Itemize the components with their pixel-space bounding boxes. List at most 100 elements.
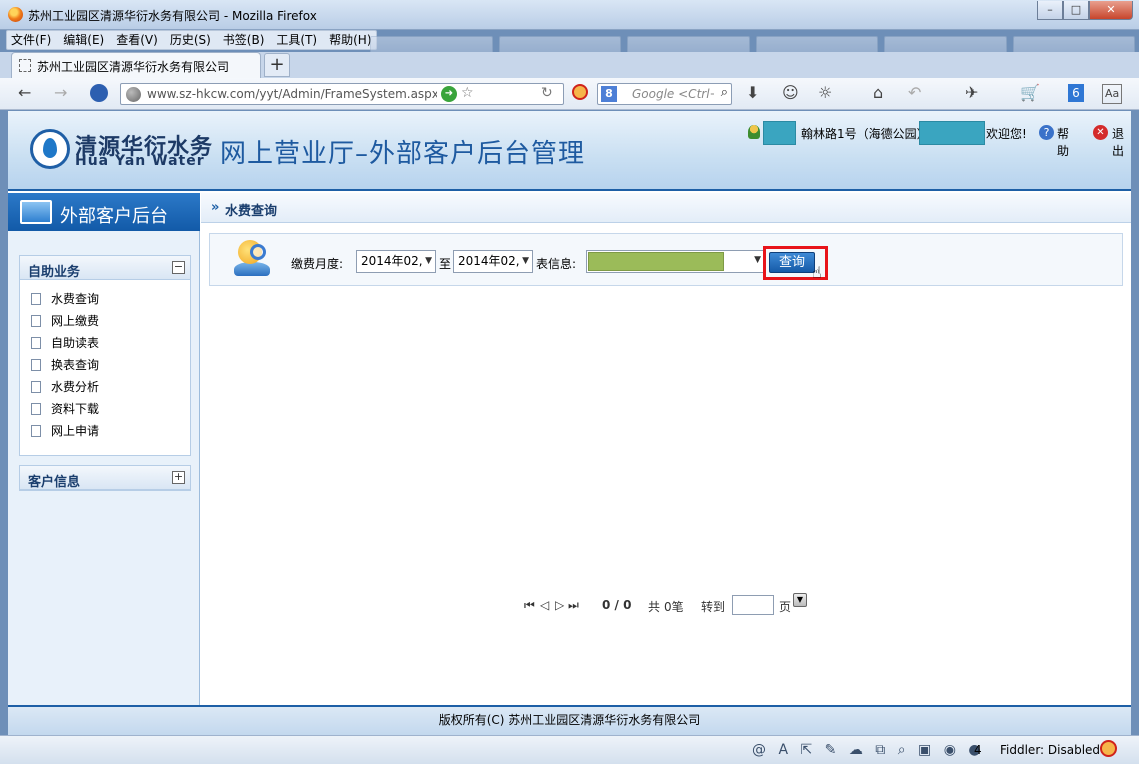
go-icon[interactable]: ➜ xyxy=(441,86,457,102)
document-icon xyxy=(31,315,41,327)
from-month-select[interactable]: 2014年02, ▼ xyxy=(356,250,436,273)
close-button[interactable]: ✕ xyxy=(1089,1,1133,20)
menu-view[interactable]: 查看(V) xyxy=(116,33,158,47)
site-header: 清源华衍水务 Hua Yan Water 网上营业厅–外部客户后台管理 翰林路1… xyxy=(8,111,1131,191)
panel-header[interactable]: 自助业务 − xyxy=(20,256,190,280)
search-input[interactable]: Google <Ctrl+K> xyxy=(632,87,714,101)
tab-active[interactable]: 苏州工业园区清源华衍水务有限公司 xyxy=(11,52,261,78)
reload-icon[interactable]: ↻ xyxy=(541,85,553,101)
addon-sun-icon[interactable]: ☼ xyxy=(818,84,832,102)
bookmark-star-icon[interactable]: ☆ xyxy=(461,85,474,101)
download-icon[interactable]: ⬇ xyxy=(746,84,759,102)
goto-page-input[interactable] xyxy=(732,595,774,615)
adblock-icon[interactable] xyxy=(572,84,588,100)
logo-english: Hua Yan Water xyxy=(75,153,205,169)
sidebar-item-water-fee-query[interactable]: 水费查询 xyxy=(20,288,190,310)
user-icon xyxy=(748,125,760,139)
search-icon[interactable]: ⌕ xyxy=(721,85,728,100)
home-icon[interactable]: ⌂ xyxy=(873,84,883,102)
sidebar-item-fee-analysis[interactable]: 水费分析 xyxy=(20,376,190,398)
new-tab-button[interactable]: + xyxy=(264,53,290,77)
last-page-icon[interactable]: ⏭ xyxy=(568,598,579,613)
sidebar-item-label: 换表查询 xyxy=(51,358,100,372)
chevron-down-icon: ▼ xyxy=(754,255,761,265)
help-link[interactable]: 帮助 xyxy=(1057,125,1069,159)
page-viewport: 清源华衍水务 Hua Yan Water 网上营业厅–外部客户后台管理 翰林路1… xyxy=(8,111,1131,735)
self-service-menu: 水费查询 网上缴费 自助读表 换表查询 水费分析 资料下载 网上申请 xyxy=(20,280,190,448)
maximize-button[interactable]: □ xyxy=(1063,1,1089,20)
url-text[interactable]: www.sz-hkcw.com/yyt/Admin/FrameSystem.as… xyxy=(147,87,437,101)
document-icon xyxy=(31,425,41,437)
prev-page-icon[interactable]: ◁ xyxy=(540,598,549,612)
query-form: 缴费月度: 2014年02, ▼ 至 2014年02, ▼ 表信息: ▼ 查询 … xyxy=(209,233,1123,286)
panel-title: 客户信息 xyxy=(28,475,81,490)
query-button[interactable]: 查询 xyxy=(769,252,815,273)
goto-label: 转到 xyxy=(701,600,726,614)
chevron-down-icon: ▼ xyxy=(522,256,529,266)
sidebar-item-online-application[interactable]: 网上申请 xyxy=(20,420,190,442)
expand-toggle-icon[interactable]: + xyxy=(172,471,185,484)
undo-icon[interactable]: ↶ xyxy=(908,84,921,102)
sidebar-item-meter-change-query[interactable]: 换表查询 xyxy=(20,354,190,376)
panel-header[interactable]: 客户信息 + xyxy=(20,466,190,490)
forward-button[interactable]: → xyxy=(54,84,67,102)
sidebar-item-label: 网上申请 xyxy=(51,424,100,438)
address-bar[interactable]: www.sz-hkcw.com/yyt/Admin/FrameSystem.as… xyxy=(120,83,564,105)
fiddler-status[interactable]: Fiddler: Disabled xyxy=(1000,743,1100,757)
addon-bar-icons[interactable]: @ A ⇱ ✎ ☁ ⧉ ⌕ ▣ ◉ ● xyxy=(752,742,985,758)
chevron-down-icon: ▼ xyxy=(425,256,432,266)
panel-self-service: 自助业务 − 水费查询 网上缴费 自助读表 换表查询 水费分析 资料下载 网上申… xyxy=(19,255,191,456)
from-month-value: 2014年02, xyxy=(361,254,423,268)
menu-edit[interactable]: 编辑(E) xyxy=(63,33,104,47)
redacted-block xyxy=(763,121,796,145)
sidebar-item-label: 资料下载 xyxy=(51,402,100,416)
section-header: » 水费查询 xyxy=(201,193,1131,223)
menu-help[interactable]: 帮助(H) xyxy=(329,33,371,47)
sidebar-header: 外部客户后台 xyxy=(8,193,200,231)
menu-tools[interactable]: 工具(T) xyxy=(276,33,317,47)
search-engine-icon[interactable]: 8 xyxy=(601,86,617,102)
query-button-highlight: 查询 ☝ xyxy=(763,246,828,282)
home-page-icon[interactable] xyxy=(90,84,108,102)
meter-select[interactable]: ▼ xyxy=(586,250,766,273)
sidebar: 外部客户后台 自助业务 − 水费查询 网上缴费 自助读表 换表查询 水费分析 资… xyxy=(8,193,200,705)
sidebar-item-self-reading[interactable]: 自助读表 xyxy=(20,332,190,354)
addon-six-icon[interactable]: 6 xyxy=(1068,84,1084,102)
exit-link[interactable]: 退出 xyxy=(1112,125,1124,159)
addon-plane-icon[interactable]: ✈ xyxy=(965,84,978,102)
tab-label: 苏州工业园区清源华衍水务有限公司 xyxy=(37,60,230,74)
redacted-block xyxy=(588,252,724,271)
navigation-toolbar: ← → www.sz-hkcw.com/yyt/Admin/FrameSyste… xyxy=(0,78,1139,110)
to-month-select[interactable]: 2014年02, ▼ xyxy=(453,250,533,273)
pagination: ⏮ ◁ ▷ ⏭ 0 / 0 共 0笔 转到 页 ▼ xyxy=(201,593,1131,617)
reader-font-icon[interactable]: Aa xyxy=(1102,84,1123,104)
to-label: 至 xyxy=(439,257,452,271)
menu-history[interactable]: 历史(S) xyxy=(170,33,211,47)
panel-title: 自助业务 xyxy=(28,265,81,280)
next-page-icon[interactable]: ▷ xyxy=(555,598,564,612)
menu-bookmarks[interactable]: 书签(B) xyxy=(223,33,265,47)
minimize-button[interactable]: – xyxy=(1037,1,1063,20)
sidebar-item-online-payment[interactable]: 网上缴费 xyxy=(20,310,190,332)
menu-file[interactable]: 文件(F) xyxy=(11,33,51,47)
exit-icon[interactable]: ✕ xyxy=(1093,125,1108,140)
window-title: 苏州工业园区清源华衍水务有限公司 - Mozilla Firefox xyxy=(28,9,317,23)
help-icon[interactable]: ? xyxy=(1039,125,1054,140)
adblock-status-icon[interactable] xyxy=(1100,740,1117,757)
redacted-block xyxy=(919,121,985,145)
addon-face-icon[interactable]: ☺ xyxy=(782,84,799,102)
to-month-value: 2014年02, xyxy=(458,254,520,268)
search-bar[interactable]: 8 Google <Ctrl+K> ⌕ xyxy=(597,83,732,105)
goto-page-button[interactable]: ▼ xyxy=(793,593,807,607)
collapse-toggle-icon[interactable]: − xyxy=(172,261,185,274)
monitor-icon xyxy=(20,200,52,224)
site-identity-icon[interactable] xyxy=(126,87,141,102)
double-chevron-icon: » xyxy=(211,200,220,215)
search-person-icon xyxy=(232,238,276,278)
main-content: » 水费查询 缴费月度: 2014年02, ▼ 至 2014年02, ▼ 表信息… xyxy=(201,193,1131,705)
cart-icon[interactable]: 🛒 xyxy=(1020,84,1040,102)
back-button[interactable]: ← xyxy=(18,84,31,102)
sidebar-item-downloads[interactable]: 资料下载 xyxy=(20,398,190,420)
panel-customer-info: 客户信息 + xyxy=(19,465,191,491)
first-page-icon[interactable]: ⏮ xyxy=(524,598,535,613)
